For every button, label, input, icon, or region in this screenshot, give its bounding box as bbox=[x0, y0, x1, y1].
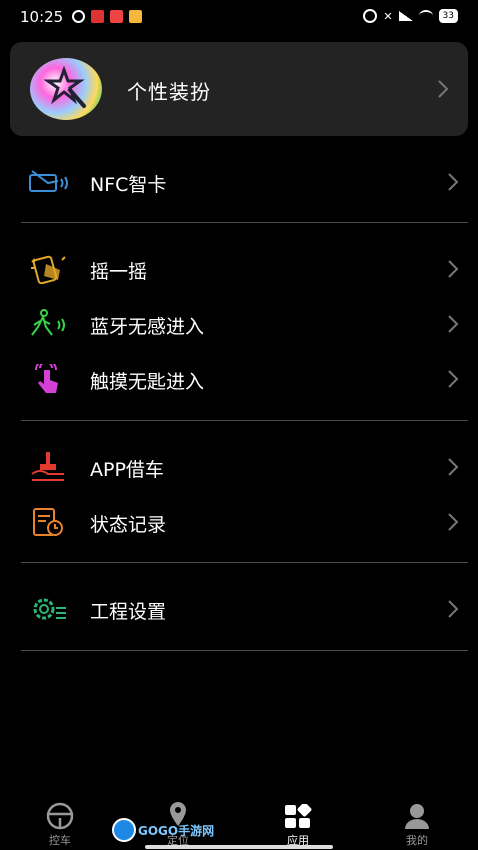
mute-icon: ✕ bbox=[383, 9, 393, 23]
chevron-right-icon bbox=[448, 260, 459, 278]
watermark-text: GOGO手游网 bbox=[138, 823, 215, 838]
status-time: 10:25 bbox=[20, 8, 64, 26]
menu-label: NFC智卡 bbox=[90, 174, 167, 196]
personalize-label: 个性装扮 bbox=[127, 80, 211, 104]
app-notif-icon bbox=[91, 10, 104, 23]
wifi-icon bbox=[418, 10, 433, 22]
menu-label: 蓝牙无感进入 bbox=[90, 316, 205, 338]
divider bbox=[21, 222, 468, 223]
menu-item-nfc[interactable]: NFC智卡 bbox=[0, 157, 478, 207]
chevron-right-icon bbox=[448, 513, 459, 531]
menu-label: 摇一摇 bbox=[90, 261, 148, 283]
steering-wheel-icon bbox=[46, 802, 74, 830]
sync-icon bbox=[72, 10, 85, 23]
tab-apps[interactable]: 应用 bbox=[263, 796, 333, 850]
battery-indicator: 33 bbox=[438, 9, 458, 23]
menu-label: APP借车 bbox=[90, 459, 164, 481]
gear-settings-icon bbox=[33, 598, 66, 620]
notification-icons bbox=[72, 10, 142, 23]
walking-person-icon bbox=[31, 309, 65, 336]
signal-icon bbox=[398, 11, 413, 21]
app-notif-icon bbox=[129, 10, 142, 23]
app-notif-icon bbox=[110, 10, 123, 23]
menu-item-app-borrow[interactable]: APP借车 bbox=[0, 442, 478, 492]
watermark-logo-icon bbox=[112, 818, 136, 842]
record-clock-icon bbox=[33, 508, 63, 536]
menu-item-touch-entry[interactable]: 触摸无匙进入 bbox=[0, 354, 478, 404]
chevron-right-icon bbox=[448, 173, 459, 191]
tab-label: 控车 bbox=[49, 834, 71, 847]
status-bar: 10:25 ✕ 33 bbox=[0, 0, 478, 36]
chevron-right-icon bbox=[448, 600, 459, 618]
system-icons: ✕ 33 bbox=[363, 9, 458, 23]
menu-item-engineering[interactable]: 工程设置 bbox=[0, 584, 478, 634]
divider bbox=[21, 650, 468, 651]
menu-label: 状态记录 bbox=[90, 514, 167, 536]
tab-label: 我的 bbox=[406, 834, 428, 847]
chevron-right-icon bbox=[438, 80, 449, 98]
user-profile-icon bbox=[405, 804, 429, 829]
car-share-icon bbox=[31, 452, 64, 481]
chevron-right-icon bbox=[448, 458, 459, 476]
alarm-icon bbox=[363, 9, 378, 23]
touch-finger-icon bbox=[35, 364, 58, 393]
apps-grid-icon bbox=[285, 804, 312, 828]
tab-control[interactable]: 控车 bbox=[25, 796, 95, 850]
divider bbox=[21, 562, 468, 563]
menu-label: 工程设置 bbox=[90, 601, 167, 623]
watermark: GOGO手游网 bbox=[112, 818, 214, 842]
chevron-right-icon bbox=[448, 315, 459, 333]
magic-wand-icon bbox=[30, 58, 102, 120]
nfc-card-icon bbox=[29, 170, 68, 192]
menu-item-status-log[interactable]: 状态记录 bbox=[0, 497, 478, 547]
tab-mine[interactable]: 我的 bbox=[382, 796, 452, 850]
shake-phone-icon bbox=[31, 255, 66, 284]
menu-item-bluetooth-entry[interactable]: 蓝牙无感进入 bbox=[0, 299, 478, 349]
personalize-card[interactable]: 个性装扮 bbox=[10, 42, 468, 136]
divider bbox=[21, 420, 468, 421]
menu-label: 触摸无匙进入 bbox=[90, 371, 205, 393]
menu-item-shake[interactable]: 摇一摇 bbox=[0, 244, 478, 294]
chevron-right-icon bbox=[448, 370, 459, 388]
bottom-tab-bar: 控车 定位 应用 我的 bbox=[0, 796, 478, 850]
home-indicator[interactable] bbox=[145, 845, 333, 849]
